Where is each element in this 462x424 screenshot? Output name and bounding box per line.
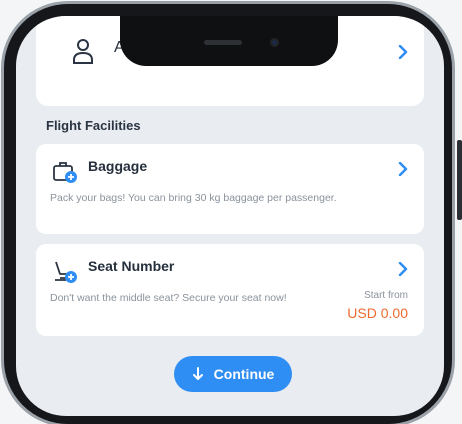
continue-label: Continue [213, 366, 275, 382]
phone-speaker [204, 40, 242, 45]
chevron-right-icon[interactable] [396, 45, 410, 59]
price-value: USD 0.00 [347, 305, 408, 321]
seat-card[interactable]: Seat Number Don't want the middle seat? … [36, 244, 424, 336]
seat-title: Seat Number [88, 258, 175, 274]
seat-add-icon [55, 261, 77, 283]
baggage-description: Pack your bags! You can bring 30 kg bagg… [50, 192, 337, 204]
baggage-card[interactable]: Baggage Pack your bags! You can bring 30… [36, 144, 424, 234]
arrow-down-icon [192, 367, 203, 380]
phone-notch [120, 16, 338, 66]
chevron-right-icon[interactable] [396, 162, 410, 176]
section-title: Flight Facilities [46, 118, 141, 133]
baggage-title: Baggage [88, 158, 148, 174]
phone-camera [270, 38, 279, 47]
app-screen: Adu Flight Facilities Baggage Pack your … [16, 16, 444, 416]
person-icon [73, 39, 93, 64]
phone-side-button [457, 140, 462, 220]
seat-description: Don't want the middle seat? Secure your … [50, 292, 287, 304]
continue-button[interactable]: Continue [174, 356, 292, 392]
baggage-add-icon [53, 162, 77, 183]
chevron-right-icon[interactable] [396, 262, 410, 276]
price-label: Start from [364, 290, 408, 301]
